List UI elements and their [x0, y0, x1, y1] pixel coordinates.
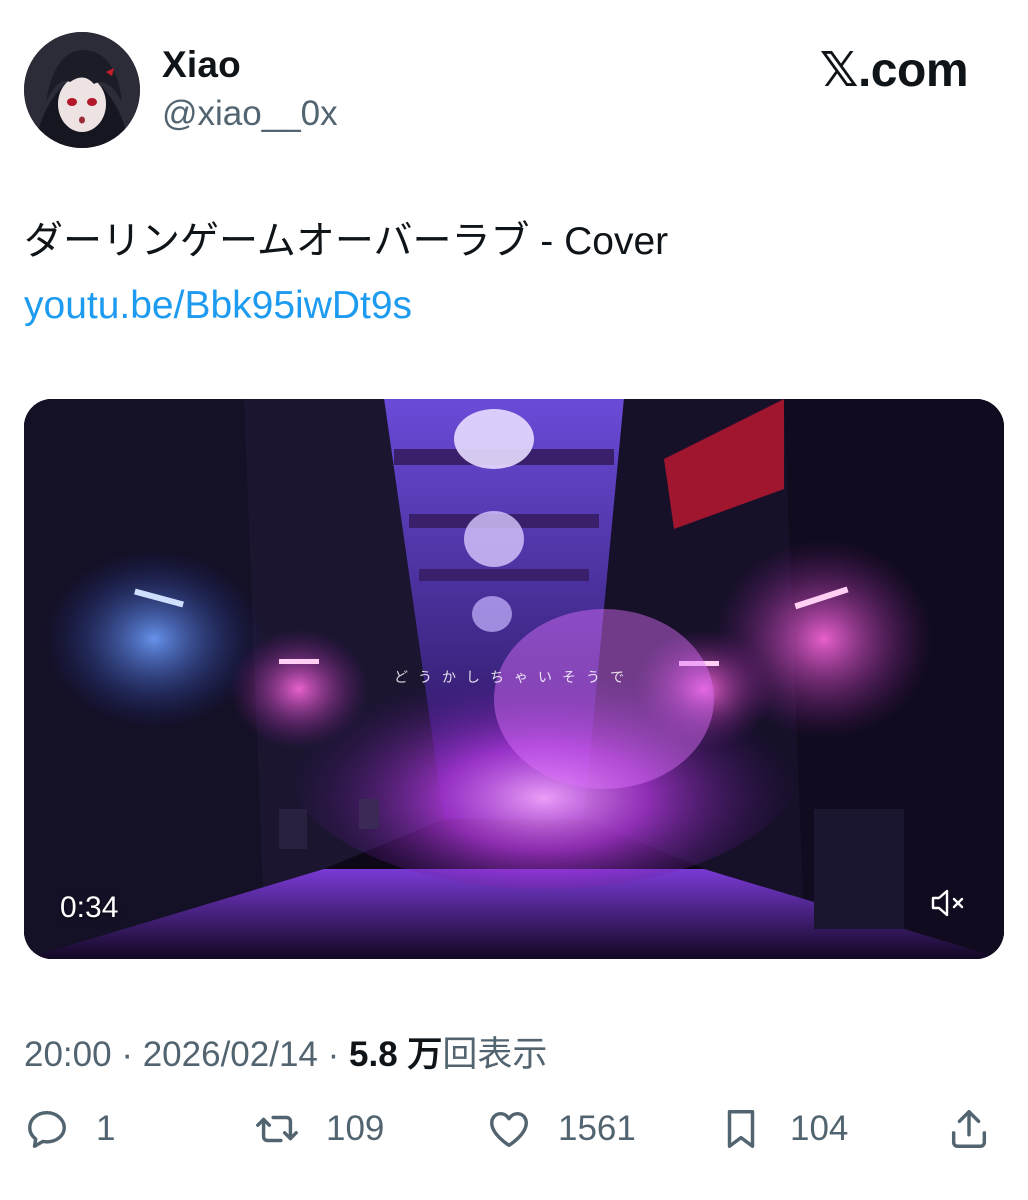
view-count: 5.8 万 [349, 1035, 443, 1074]
share-button[interactable] [946, 1106, 992, 1152]
like-button[interactable]: 1561 [486, 1106, 636, 1152]
repost-button[interactable]: 109 [254, 1106, 384, 1152]
bookmark-icon [727, 1110, 755, 1148]
repost-icon [256, 1115, 298, 1143]
share-icon [951, 1110, 987, 1148]
video-player[interactable]: どうかしちゃいそうで 0:34 [24, 399, 1004, 959]
bookmark-count: 104 [790, 1109, 849, 1148]
video-timestamp: 0:34 [60, 891, 119, 924]
mute-icon[interactable] [930, 887, 966, 919]
user-handle[interactable]: @xiao__0x [162, 94, 338, 134]
reply-count: 1 [96, 1109, 116, 1148]
tweet-link[interactable]: youtu.be/Bbk95iwDt9s [24, 284, 412, 328]
tweet-meta: 20:00 · 2026/02/14 · 5.8 万回表示 [24, 1026, 547, 1077]
lyric-overlay: どうかしちゃいそうで [394, 670, 634, 686]
tweet-date[interactable]: 2026/02/14 [143, 1035, 318, 1074]
meta-separator: · [121, 1035, 133, 1074]
avatar[interactable] [24, 32, 140, 148]
x-logo: 𝕏.com [819, 44, 969, 97]
bookmark-button[interactable]: 104 [718, 1106, 848, 1152]
action-bar: 1 109 1561 104 [24, 1106, 1004, 1166]
tweet-text: ダーリンゲームオーバーラブ - Cover [24, 220, 669, 263]
repost-count: 109 [326, 1109, 385, 1148]
display-name[interactable]: Xiao [162, 44, 241, 86]
tweet-time[interactable]: 20:00 [24, 1035, 112, 1074]
meta-separator: · [327, 1035, 340, 1074]
reply-icon [28, 1110, 66, 1148]
reply-button[interactable]: 1 [24, 1106, 115, 1152]
like-count: 1561 [558, 1109, 636, 1148]
view-count-suffix: 回表示 [442, 1035, 548, 1074]
heart-icon [490, 1111, 528, 1148]
